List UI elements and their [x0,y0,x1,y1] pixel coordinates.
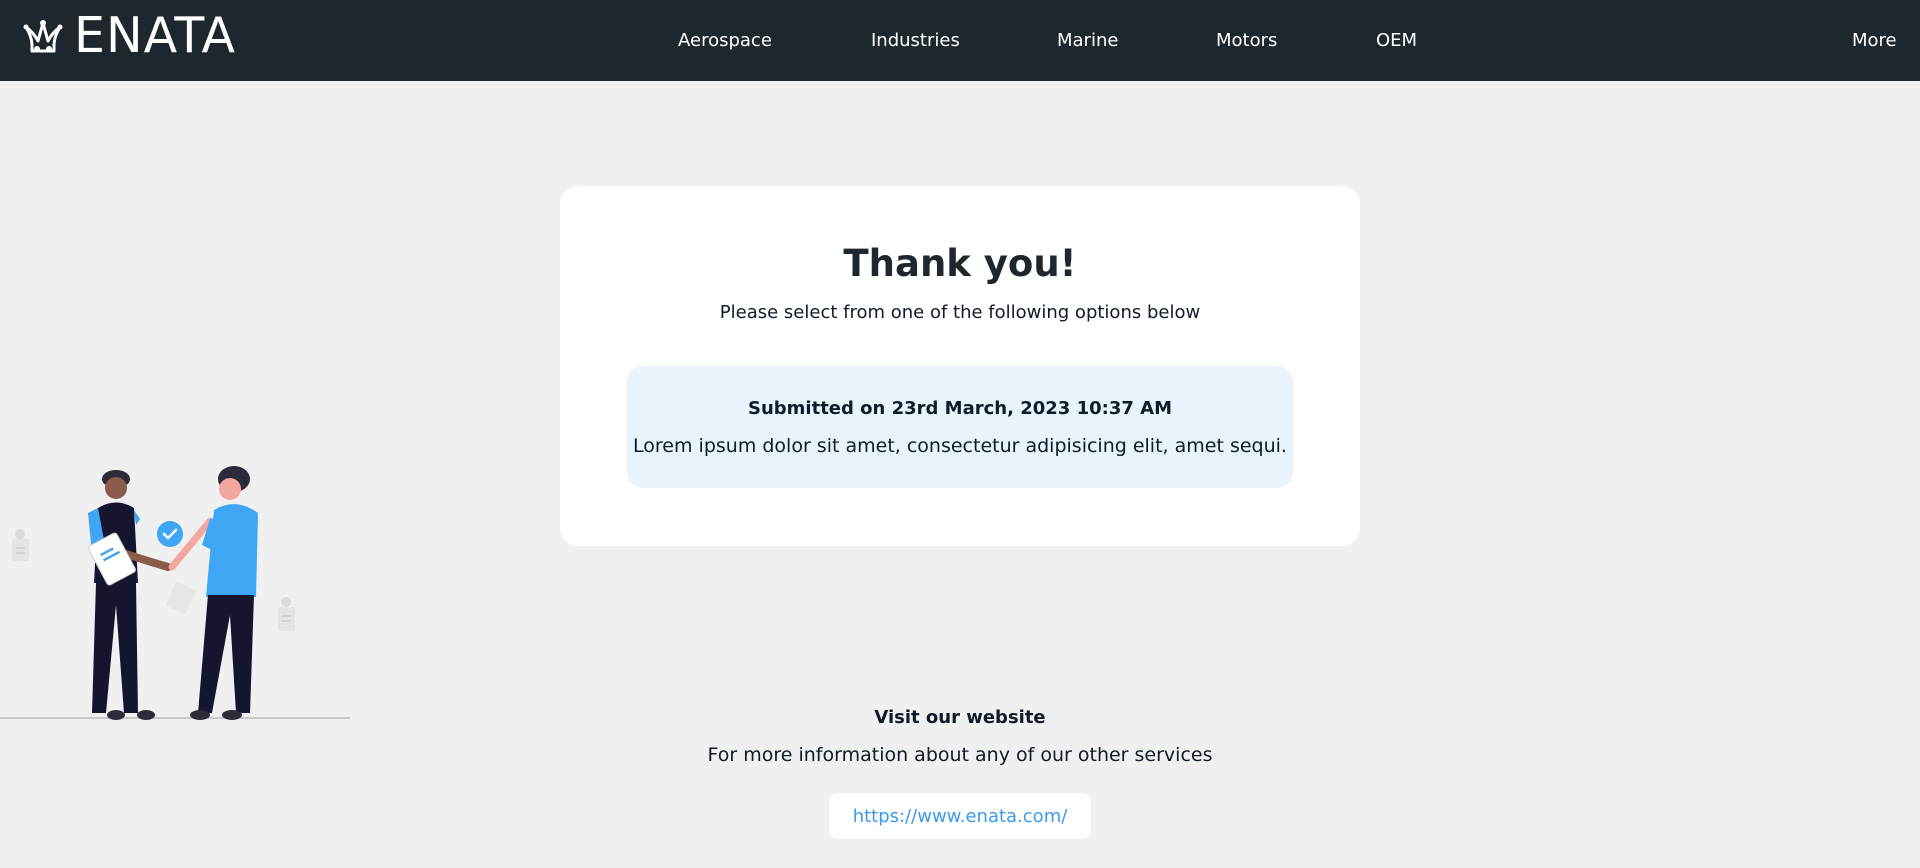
nav-item-oem[interactable]: OEM [1376,30,1417,51]
check-icon [157,521,183,547]
submission-text: Lorem ipsum dolor sit amet, consectetur … [633,435,1287,457]
nav-item-more[interactable]: More [1852,30,1897,51]
tag-icon [278,597,295,631]
visit-website-text: For more information about any of our ot… [707,744,1213,766]
top-navigation-bar: ENATA Aerospace Industries Marine Motors… [0,0,1920,81]
nav-item-industries[interactable]: Industries [871,30,960,51]
visit-website-title: Visit our website [874,707,1046,728]
page-title: Thank you! [843,242,1077,285]
card-subtitle: Please select from one of the following … [719,302,1201,323]
nav-item-aerospace[interactable]: Aerospace [678,30,772,51]
submission-timestamp: Submitted on 23rd March, 2023 10:37 AM [748,398,1172,419]
confirmation-card: Thank you! Please select from one of the… [560,186,1360,546]
website-link[interactable]: https://www.enata.com/ [853,806,1068,827]
enata-logo[interactable]: ENATA [22,7,236,64]
website-link-box: https://www.enata.com/ [829,793,1091,839]
tag-icon [12,529,29,561]
logo-text: ENATA [74,7,236,64]
submission-info-box: Submitted on 23rd March, 2023 10:37 AM L… [627,366,1293,488]
nav-item-motors[interactable]: Motors [1216,30,1277,51]
enata-logo-icon [23,20,63,53]
handshake-illustration [0,466,350,720]
nav-item-marine[interactable]: Marine [1057,30,1118,51]
